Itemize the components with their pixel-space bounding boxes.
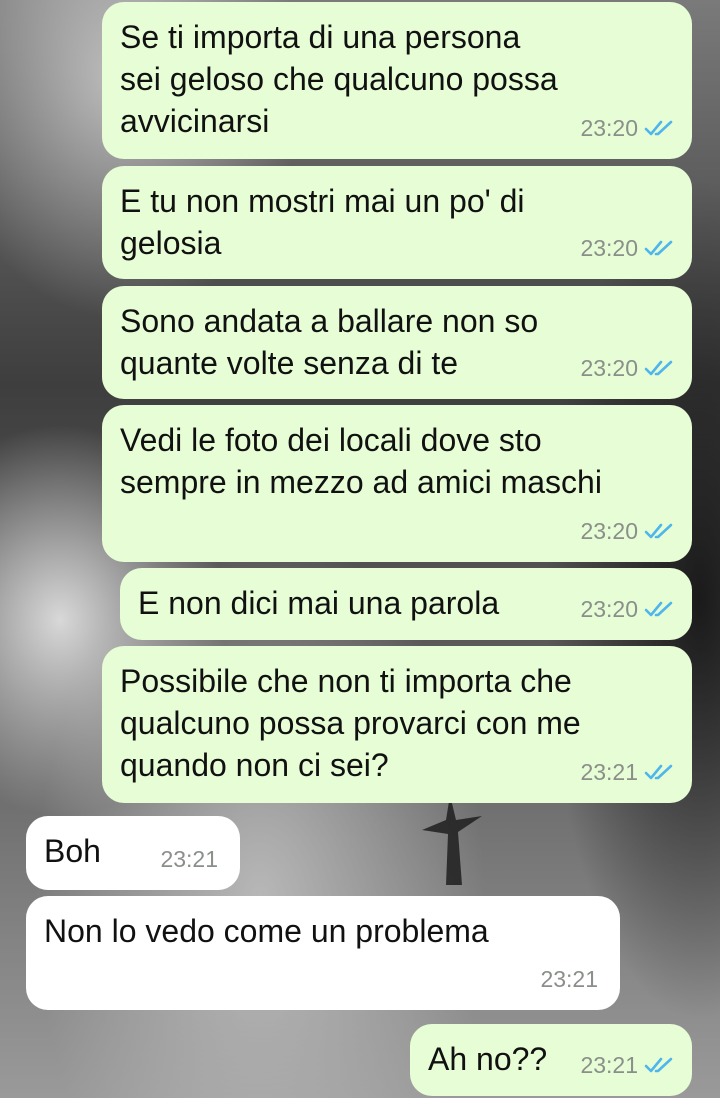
message-meta: 23:21 (160, 838, 218, 880)
incoming-message[interactable]: Boh 23:21 (26, 816, 240, 890)
message-meta: 23:20 (580, 588, 674, 630)
double-check-read-icon (644, 120, 673, 136)
message-time: 23:21 (580, 1052, 638, 1078)
outgoing-message[interactable]: E non dici mai una parola 23:20 (120, 568, 692, 640)
message-text: Non lo vedo come un problema (44, 913, 489, 949)
message-text: Vedi le foto dei locali dove sto sempre … (120, 422, 602, 500)
message-meta: 23:21 (580, 1044, 674, 1086)
double-check-read-icon (644, 764, 673, 780)
message-meta: 23:20 (580, 107, 674, 149)
message-time: 23:21 (540, 966, 598, 992)
double-check-read-icon (644, 360, 673, 376)
outgoing-message[interactable]: Sono andata a ballare non so quante volt… (102, 286, 692, 399)
message-time: 23:20 (580, 235, 638, 261)
double-check-read-icon (644, 1057, 673, 1073)
message-time: 23:20 (580, 518, 638, 544)
double-check-read-icon (644, 601, 673, 617)
message-time: 23:20 (580, 355, 638, 381)
message-meta: 23:21 (580, 751, 674, 793)
outgoing-message[interactable]: Possibile che non ti importa che qualcun… (102, 646, 692, 803)
outgoing-message[interactable]: E tu non mostri mai un po' di gelosia 23… (102, 166, 692, 279)
message-meta: 23:20 (580, 347, 674, 389)
outgoing-message[interactable]: Se ti importa di una persona sei geloso … (102, 2, 692, 159)
double-check-read-icon (644, 240, 673, 256)
message-meta: 23:21 (540, 958, 598, 1000)
message-time: 23:20 (580, 596, 638, 622)
outgoing-message[interactable]: Vedi le foto dei locali dove sto sempre … (102, 405, 692, 562)
outgoing-message[interactable]: Ah no?? 23:21 (410, 1024, 692, 1096)
message-meta: 23:20 (580, 510, 674, 552)
message-meta: 23:20 (580, 227, 674, 269)
message-list: Se ti importa di una persona sei geloso … (0, 0, 720, 1098)
incoming-message[interactable]: Non lo vedo come un problema 23:21 (26, 896, 620, 1010)
message-time: 23:20 (580, 115, 638, 141)
message-time: 23:21 (160, 846, 218, 872)
double-check-read-icon (644, 523, 673, 539)
message-time: 23:21 (580, 759, 638, 785)
